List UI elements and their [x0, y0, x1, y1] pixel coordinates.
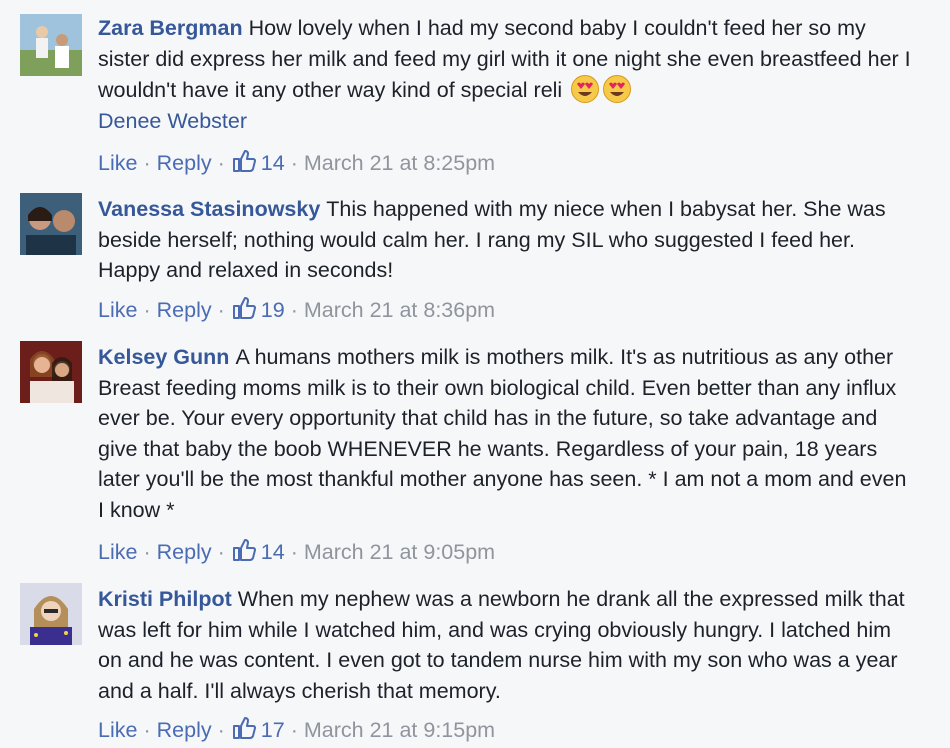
separator: · [143, 151, 151, 175]
thumbs-up-icon[interactable] [231, 537, 257, 563]
avatar[interactable] [20, 341, 82, 403]
separator: · [143, 718, 151, 742]
separator: · [217, 298, 225, 322]
timestamp[interactable]: March 21 at 8:36pm [304, 298, 495, 322]
comment-actions: Like · Reply · 14 · March 21 at 8:25pm [98, 148, 495, 176]
like-count[interactable]: 14 [261, 151, 285, 175]
like-button[interactable]: Like [98, 540, 137, 564]
thumbs-up-icon[interactable] [231, 295, 257, 321]
comment-body: Vanessa Stasinowsky This happened with my… [98, 194, 918, 286]
separator: · [290, 718, 298, 742]
thumbs-up-icon[interactable] [231, 715, 257, 741]
separator: · [290, 151, 298, 175]
comment-author[interactable]: Vanessa Stasinowsky [98, 197, 320, 221]
separator: · [290, 540, 298, 564]
comment-body: Zara Bergman How lovely when I had my sec… [98, 13, 918, 136]
avatar[interactable] [20, 583, 82, 645]
reply-button[interactable]: Reply [157, 151, 212, 175]
heart-eyes-emoji-icon [603, 75, 632, 103]
separator: · [143, 540, 151, 564]
comment-actions: Like · Reply · 14 · March 21 at 9:05pm [98, 537, 495, 565]
comment-author[interactable]: Kelsey Gunn [98, 345, 229, 369]
like-count[interactable]: 17 [261, 718, 285, 742]
timestamp[interactable]: March 21 at 8:25pm [304, 151, 495, 175]
avatar[interactable] [20, 193, 82, 255]
separator: · [290, 298, 298, 322]
comment-actions: Like · Reply · 17 · March 21 at 9:15pm [98, 715, 495, 743]
separator: · [217, 151, 225, 175]
timestamp[interactable]: March 21 at 9:15pm [304, 718, 495, 742]
comment-text: A humans mothers milk is mothers milk. I… [98, 345, 907, 522]
like-button[interactable]: Like [98, 151, 137, 175]
comment-body: Kristi Philpot When my nephew was a newbo… [98, 584, 918, 706]
like-count[interactable]: 19 [261, 298, 285, 322]
comment-actions: Like · Reply · 19 · March 21 at 8:36pm [98, 295, 495, 323]
comment-author[interactable]: Zara Bergman [98, 16, 243, 40]
separator: · [217, 718, 225, 742]
like-button[interactable]: Like [98, 298, 137, 322]
timestamp[interactable]: March 21 at 9:05pm [304, 540, 495, 564]
avatar[interactable] [20, 14, 82, 76]
mention-link[interactable]: Denee Webster [98, 106, 918, 137]
reply-button[interactable]: Reply [157, 540, 212, 564]
like-button[interactable]: Like [98, 718, 137, 742]
comment-body: Kelsey Gunn A humans mothers milk is moth… [98, 342, 918, 525]
like-count[interactable]: 14 [261, 540, 285, 564]
separator: · [143, 298, 151, 322]
thumbs-up-icon[interactable] [231, 148, 257, 174]
comment-author[interactable]: Kristi Philpot [98, 587, 232, 611]
reply-button[interactable]: Reply [157, 718, 212, 742]
separator: · [217, 540, 225, 564]
reply-button[interactable]: Reply [157, 298, 212, 322]
heart-eyes-emoji-icon [571, 75, 600, 103]
